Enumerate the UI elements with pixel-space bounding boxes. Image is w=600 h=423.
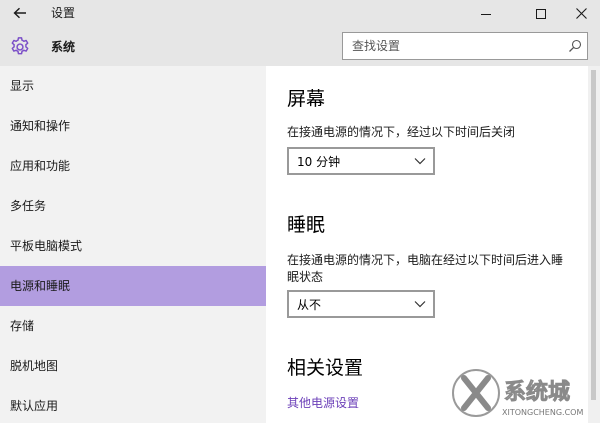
close-icon bbox=[575, 8, 587, 19]
sidebar-item-default-apps[interactable]: 默认应用 bbox=[0, 386, 266, 423]
screen-timeout-dropdown[interactable]: 10 分钟 bbox=[287, 147, 435, 175]
page-title: 系统 bbox=[51, 40, 76, 54]
sidebar-item-storage[interactable]: 存储 bbox=[0, 306, 266, 346]
header: 系统 bbox=[0, 27, 600, 66]
sidebar-item-multitasking[interactable]: 多任务 bbox=[0, 186, 266, 226]
sleep-heading: 睡眠 bbox=[287, 214, 326, 236]
watermark-url: XITONGCHENG.COM bbox=[502, 408, 583, 417]
related-settings-heading: 相关设置 bbox=[287, 357, 364, 379]
chevron-down-icon bbox=[414, 158, 426, 165]
scrollbar-thumb[interactable] bbox=[591, 70, 596, 400]
sleep-timeout-value: 从不 bbox=[297, 298, 322, 312]
gear-icon bbox=[11, 37, 29, 55]
minimize-button[interactable] bbox=[463, 0, 509, 27]
sidebar-item-apps-features[interactable]: 应用和功能 bbox=[0, 146, 266, 186]
screen-timeout-value: 10 分钟 bbox=[297, 155, 341, 169]
maximize-icon bbox=[536, 8, 546, 19]
settings-window: 设置 系统 查找设置 显示 通知和操作 应用和功能 多任务 平板电脑模式 电源和… bbox=[0, 0, 600, 423]
watermark-logo: 系统城 XITONGCHENG.COM bbox=[452, 369, 583, 417]
chevron-down-icon bbox=[414, 301, 426, 308]
sidebar-item-notifications[interactable]: 通知和操作 bbox=[0, 106, 266, 146]
sidebar: 显示 通知和操作 应用和功能 多任务 平板电脑模式 电源和睡眠 存储 脱机地图 … bbox=[0, 66, 266, 423]
watermark-brand: 系统城 bbox=[504, 379, 570, 405]
screen-description: 在接通电源的情况下，经过以下时间后关闭 bbox=[287, 125, 516, 139]
window-title: 设置 bbox=[51, 6, 76, 20]
title-bar: 设置 bbox=[0, 0, 600, 27]
sleep-timeout-dropdown[interactable]: 从不 bbox=[287, 290, 435, 318]
search-icon[interactable] bbox=[568, 39, 582, 53]
close-button[interactable] bbox=[558, 0, 600, 27]
screen-heading: 屏幕 bbox=[287, 88, 326, 110]
sidebar-item-power-sleep[interactable]: 电源和睡眠 bbox=[0, 266, 266, 306]
minimize-icon bbox=[481, 13, 491, 15]
search-input[interactable] bbox=[343, 33, 561, 59]
sidebar-item-display[interactable]: 显示 bbox=[0, 66, 266, 106]
search-box[interactable] bbox=[342, 32, 588, 60]
back-button[interactable] bbox=[6, 2, 34, 24]
back-arrow-icon bbox=[13, 7, 26, 19]
additional-power-settings-link[interactable]: 其他电源设置 bbox=[287, 395, 359, 411]
sleep-description: 在接通电源的情况下，电脑在经过以下时间后进入睡眠状态 bbox=[287, 253, 564, 284]
sidebar-item-tablet-mode[interactable]: 平板电脑模式 bbox=[0, 226, 266, 266]
sidebar-item-offline-maps[interactable]: 脱机地图 bbox=[0, 346, 266, 386]
